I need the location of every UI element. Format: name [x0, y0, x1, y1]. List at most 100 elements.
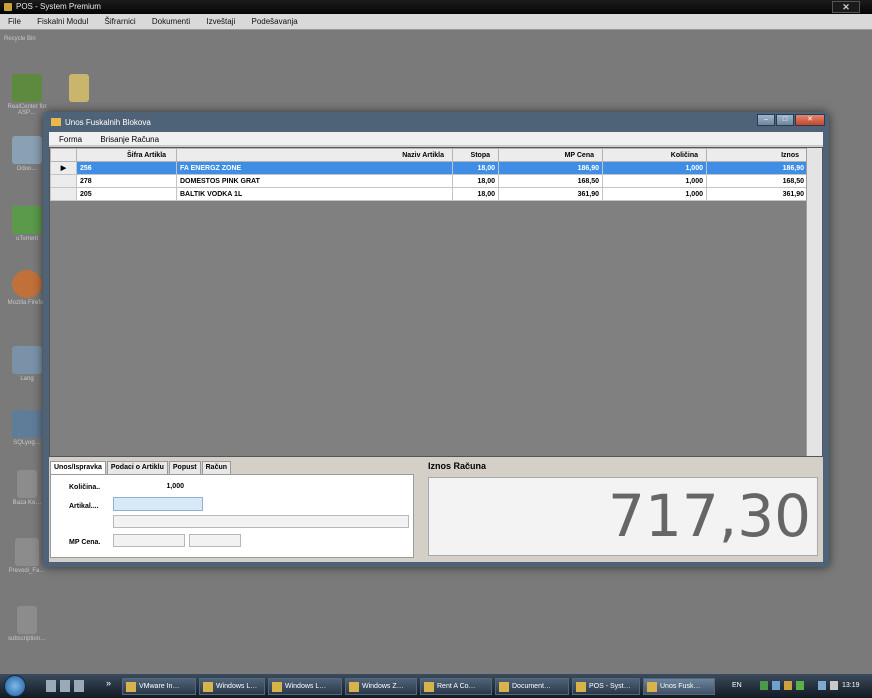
kolicina-input[interactable]: 1,000 [113, 480, 203, 493]
taskbar-button[interactable]: VMware In… [122, 678, 196, 695]
taskbar-button-label: Unos Fusk… [660, 683, 701, 690]
desktop-icon-label: RealCenter for ASP… [7, 104, 47, 116]
desktop-icon-folder[interactable] [56, 74, 102, 104]
window-close-button[interactable]: ✕ [795, 114, 825, 126]
table-row[interactable]: ▶ 256 FA ENERGZ ZONE 18,00 186,90 1,000 … [50, 161, 808, 175]
items-table: Šifra Artikla Naziv Artikla Stopa MP Cen… [50, 148, 808, 201]
col-header-stopa[interactable]: Stopa [452, 148, 499, 162]
table-row[interactable]: 205 BALTIK VODKA 1L 18,00 361,90 1,000 3… [50, 187, 808, 201]
cell-kolicina[interactable]: 1,000 [602, 187, 707, 201]
cell-stopa[interactable]: 18,00 [452, 174, 499, 188]
taskbar-button[interactable]: Rent A Co… [420, 678, 492, 695]
grid-vertical-scrollbar[interactable] [806, 148, 822, 456]
artikal-input[interactable] [113, 497, 203, 511]
taskbar-button-active[interactable]: Unos Fusk… [643, 678, 715, 695]
mdi-workspace: Recycle Bin RealCenter for ASP… Odoo… uT… [0, 30, 872, 674]
volume-icon[interactable] [830, 681, 838, 690]
desktop-icon-1[interactable]: RealCenter for ASP… [4, 74, 50, 116]
artikal-label: Artikal.... [69, 503, 99, 510]
desktop-recycle-bin[interactable]: Recycle Bin [4, 36, 124, 42]
app-icon [203, 682, 213, 692]
cell-kolicina[interactable]: 1,000 [602, 174, 707, 188]
tab-racun[interactable]: Račun [201, 461, 232, 474]
kolicina-label: Količina.. [69, 484, 101, 491]
tray-icon[interactable] [796, 681, 804, 690]
taskbar-button[interactable]: Windows L… [199, 678, 265, 695]
cell-stopa[interactable]: 18,00 [452, 187, 499, 201]
taskbar-button[interactable]: Windows Z… [345, 678, 417, 695]
desktop-icon-label: uTorrent [15, 236, 38, 242]
menu-izvestaji[interactable]: Izveštaji [198, 14, 241, 28]
taskbar: » VMware In… Windows L… Windows L… Windo… [0, 674, 872, 698]
tray-icon[interactable] [760, 681, 768, 690]
app-shortcut-icon [12, 346, 42, 374]
cell-iznos[interactable]: 168,50 [706, 174, 808, 188]
tab-podaci-o-artiklu[interactable]: Podaci o Artiklu [106, 461, 168, 474]
cell-sifra[interactable]: 205 [76, 187, 177, 201]
tray-icon[interactable] [784, 681, 792, 690]
desktop-icon-label: Prevodi_Fa… [8, 568, 46, 574]
fiscal-entry-window: Unos Fuskalnih Blokova – □ ✕ Forma Brisa… [43, 112, 829, 567]
menu-dokumenti[interactable]: Dokumenti [144, 14, 196, 28]
row-header[interactable] [50, 174, 77, 188]
menu-sifrarnici[interactable]: Šifrarnici [97, 14, 142, 28]
menu-fiskalni-modul[interactable]: Fiskalni Modul [29, 14, 94, 28]
taskbar-button[interactable]: Windows L… [268, 678, 342, 695]
window-titlebar[interactable]: Unos Fuskalnih Blokova – □ ✕ [43, 112, 829, 132]
quicklaunch-icon[interactable] [46, 680, 56, 692]
menu-podesavanja[interactable]: Podešavanja [243, 14, 303, 28]
cell-mp-cena[interactable]: 168,50 [498, 174, 603, 188]
cell-kolicina[interactable]: 1,000 [602, 161, 707, 175]
desktop-icon-label: Odoo… [16, 166, 38, 172]
col-header-mp-cena[interactable]: MP Cena [498, 148, 603, 162]
tab-popust[interactable]: Popust [168, 461, 201, 474]
mp-cena-field [113, 534, 185, 547]
cell-mp-cena[interactable]: 186,90 [498, 161, 603, 175]
language-indicator[interactable]: EN [732, 682, 742, 689]
start-button[interactable] [4, 675, 26, 697]
cell-naziv[interactable]: FA ENERGZ ZONE [176, 161, 453, 175]
cell-stopa[interactable]: 18,00 [452, 161, 499, 175]
desktop-icon-9[interactable]: subscription… [4, 606, 50, 642]
grid-header-row: Šifra Artikla Naziv Artikla Stopa MP Cen… [50, 148, 808, 162]
taskbar-button-label: Windows Z… [362, 683, 404, 690]
quicklaunch-icon[interactable] [60, 680, 70, 692]
cell-sifra[interactable]: 256 [76, 161, 177, 175]
row-header[interactable] [50, 187, 77, 201]
col-header-iznos[interactable]: Iznos [706, 148, 808, 162]
col-header-sifra[interactable]: Šifra Artikla [76, 148, 177, 162]
taskbar-button[interactable]: Document… [495, 678, 569, 695]
network-icon[interactable] [818, 681, 826, 690]
menu-file[interactable]: File [0, 14, 27, 28]
row-selector-icon[interactable]: ▶ [50, 161, 77, 175]
menu-brisanje-racuna[interactable]: Brisanje Računa [90, 132, 165, 145]
minimize-button[interactable]: – [757, 114, 775, 126]
total-caption: Iznos Računa [428, 461, 487, 471]
clock[interactable]: 13:19 [842, 682, 860, 689]
tray-icon[interactable] [772, 681, 780, 690]
taskbar-button[interactable]: POS - Syst… [572, 678, 640, 695]
cell-sifra[interactable]: 278 [76, 174, 177, 188]
taskbar-overflow-icon[interactable]: » [106, 678, 111, 688]
window-body: Forma Brisanje Računa Šifra Artikla Nazi… [49, 132, 823, 562]
app-icon [126, 682, 136, 692]
cell-iznos[interactable]: 361,90 [706, 187, 808, 201]
folder-icon [69, 74, 89, 102]
menu-forma[interactable]: Forma [49, 132, 88, 145]
desktop-icon-label: Baza Ko… [12, 500, 42, 506]
file-icon [15, 538, 39, 566]
items-grid[interactable]: Šifra Artikla Naziv Artikla Stopa MP Cen… [49, 147, 823, 457]
cell-naziv[interactable]: BALTIK VODKA 1L [176, 187, 453, 201]
col-header-naziv[interactable]: Naziv Artikla [176, 148, 453, 162]
tab-unos-ispravka[interactable]: Unos/Ispravka [50, 461, 106, 475]
maximize-button[interactable]: □ [776, 114, 794, 126]
quicklaunch-icon[interactable] [74, 680, 84, 692]
col-header-kolicina[interactable]: Količina [602, 148, 707, 162]
file-icon [17, 606, 37, 634]
cell-iznos[interactable]: 186,90 [706, 161, 808, 175]
cell-mp-cena[interactable]: 361,90 [498, 187, 603, 201]
desktop-icon-label: SQLyog… [13, 440, 41, 446]
cell-naziv[interactable]: DOMESTOS PINK GRAT [176, 174, 453, 188]
app-close-button[interactable]: ✕ [832, 1, 860, 13]
table-row[interactable]: 278 DOMESTOS PINK GRAT 18,00 168,50 1,00… [50, 174, 808, 188]
